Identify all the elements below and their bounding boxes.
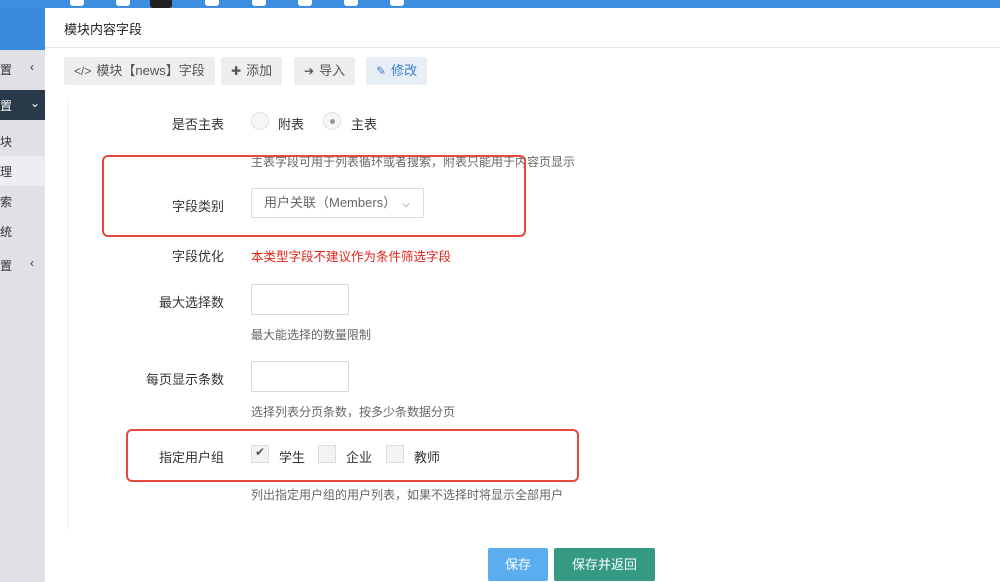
sidebar-item-7[interactable]: 置 ‹ [0,250,45,280]
import-button[interactable]: ➔ 导入 [294,57,356,85]
module-fields-label: 模块【news】字段 [96,63,205,78]
top-nav-bar [0,0,1000,8]
field-optimize-label: 字段优化 [171,249,224,264]
per-page-label: 每页显示条数 [145,372,224,387]
add-button[interactable]: ✚ 添加 [221,57,283,85]
sidebar-item-label: 置 [0,99,13,113]
radio-main-table[interactable] [323,112,341,130]
gear-icon[interactable] [150,0,172,8]
edit-icon: ✎ [376,64,387,78]
edit-button[interactable]: ✎ 修改 [366,57,428,85]
person-icon[interactable] [344,0,358,6]
sidebar-item-label: 理 [0,165,13,179]
sidebar-item-1[interactable]: 置 ‹ [0,54,45,84]
save-button[interactable]: 保存 [488,548,548,581]
sidebar-item-label: 块 [0,135,13,149]
chevron-left-icon: ‹ [30,256,34,270]
globe-icon[interactable] [116,0,130,6]
per-page-help: 选择列表分页条数，按多少条数据分页 [251,405,456,419]
sidebar-item-5[interactable]: 索 [0,186,45,216]
sidebar-item-label: 统 [0,225,13,239]
chevron-down-icon: ⌄ [30,96,41,110]
plus-icon: ✚ [231,64,242,78]
add-label: 添加 [246,63,273,78]
radio-attached-label: 附表 [278,117,305,132]
import-label: 导入 [319,63,346,78]
chevron-left-icon: ‹ [30,60,34,74]
radio-attached-table[interactable] [251,112,269,130]
max-select-input[interactable] [251,284,349,315]
highlight-field-type [102,155,526,237]
message-icon[interactable] [390,0,404,6]
edit-label: 修改 [391,63,418,78]
sidebar-header [0,8,45,50]
sidebar-item-label: 索 [0,195,13,209]
max-select-help: 最大能选择的数量限制 [251,328,372,342]
code-icon: </> [74,64,92,78]
field-modal: 模块内容字段 </> 模块【news】字段 ✚ 添加 ➔ 导入 ✎ 修改 是否主表 附表… [45,8,1000,582]
sidebar-item-2[interactable]: 置 ⌄ [0,90,45,120]
sidebar-item-6[interactable]: 统 [0,216,45,246]
highlight-user-group [126,429,579,482]
sidebar-item-label: 置 [0,63,13,77]
user-group-help: 列出指定用户组的用户列表，如果不选择时将显示全部用户 [251,488,564,502]
home-icon[interactable] [70,0,84,6]
field-optimize-warning: 本类型字段不建议作为条件筛选字段 [251,250,452,264]
max-select-label: 最大选择数 [158,295,224,310]
per-page-input[interactable] [251,361,349,392]
sign-in-icon: ➔ [304,64,315,78]
sidebar-item-3[interactable]: 块 [0,126,45,156]
radio-main-label: 主表 [351,117,378,132]
puzzle-icon[interactable] [298,0,312,6]
sidebar-item-label: 置 [0,259,13,273]
module-fields-button[interactable]: </> 模块【news】字段 [64,57,215,85]
sidebar-item-4[interactable]: 理 [0,156,45,186]
save-and-return-button[interactable]: 保存并返回 [554,548,655,581]
sidebar: 置 ‹ 置 ⌄ 块 理 索 统 置 ‹ [0,8,45,582]
grid-icon[interactable] [205,0,219,6]
user-icon[interactable] [252,0,266,6]
modal-title: 模块内容字段 [45,8,1000,48]
main-table-label: 是否主表 [171,117,224,132]
